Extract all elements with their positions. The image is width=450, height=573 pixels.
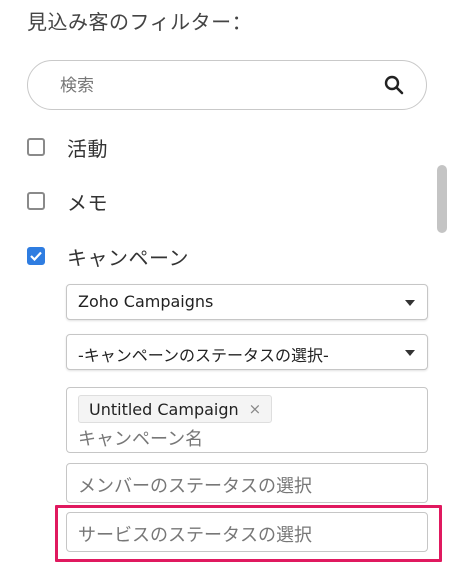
activity-checkbox[interactable] bbox=[27, 138, 45, 156]
campaign-status-select[interactable]: -キャンペーンのステータスの選択- bbox=[66, 334, 428, 370]
campaign-label: キャンペーン bbox=[67, 245, 189, 270]
checkmark-icon bbox=[30, 251, 42, 261]
chevron-down-icon bbox=[405, 350, 415, 356]
campaign-source-value: Zoho Campaigns bbox=[78, 292, 214, 311]
notes-label: メモ bbox=[67, 190, 108, 215]
close-icon[interactable]: × bbox=[249, 400, 262, 418]
member-status-field[interactable]: メンバーのステータスの選択 bbox=[66, 463, 428, 503]
campaign-name-placeholder: キャンペーン名 bbox=[78, 429, 204, 450]
selected-campaign-tag: Untitled Campaign × bbox=[78, 395, 273, 423]
filter-notes[interactable]: メモ bbox=[27, 187, 108, 215]
campaign-checkbox[interactable] bbox=[27, 247, 45, 265]
search-box[interactable] bbox=[27, 60, 427, 110]
member-status-placeholder: メンバーのステータスの選択 bbox=[78, 476, 312, 497]
activity-label: 活動 bbox=[67, 136, 108, 161]
tag-label: Untitled Campaign bbox=[89, 399, 239, 419]
filter-activity[interactable]: 活動 bbox=[27, 133, 108, 161]
campaign-status-value: -キャンペーンのステータスの選択- bbox=[78, 346, 329, 365]
chevron-down-icon bbox=[405, 300, 415, 306]
search-icon[interactable] bbox=[384, 75, 404, 95]
search-input[interactable] bbox=[58, 71, 382, 101]
campaign-source-select[interactable]: Zoho Campaigns bbox=[66, 284, 428, 320]
scrollbar-thumb[interactable] bbox=[437, 165, 447, 233]
notes-checkbox[interactable] bbox=[27, 192, 45, 210]
filter-campaign[interactable]: キャンペーン bbox=[27, 242, 189, 270]
filter-title: 見込み客のフィルター： bbox=[27, 10, 253, 34]
campaign-name-field[interactable]: Untitled Campaign × キャンペーン名 bbox=[66, 387, 428, 453]
highlight-frame bbox=[55, 505, 442, 562]
